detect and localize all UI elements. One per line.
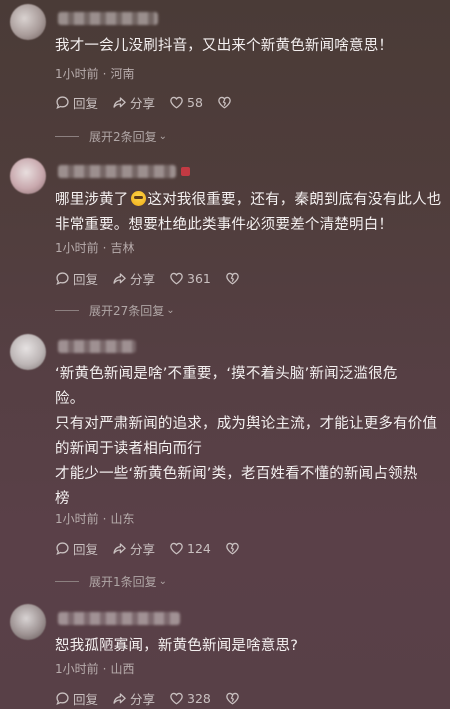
like-button[interactable]: 328: [169, 691, 211, 706]
heart-icon: [170, 692, 183, 705]
like-count: 328: [187, 690, 211, 706]
comment-text-segment: 这对我很重要，还有，秦朗到底有没有此人也: [147, 192, 442, 208]
expand-replies-label: 展开27条回复: [89, 304, 165, 318]
avatar[interactable]: [10, 158, 46, 194]
comment-location: 吉林: [110, 241, 135, 255]
divider: [55, 310, 79, 311]
comment-actions: 回复 分享 58: [55, 92, 246, 112]
chevron-down-icon: ⌄: [166, 305, 175, 316]
like-button[interactable]: 58: [169, 95, 203, 110]
dislike-button[interactable]: [217, 95, 232, 110]
username-blurred[interactable]: [58, 12, 158, 25]
comment-location: 山西: [110, 662, 135, 676]
chevron-down-icon: ⌄: [158, 576, 168, 587]
share-arrow-icon: [113, 542, 126, 554]
avatar[interactable]: [10, 334, 46, 370]
comment-meta: 1小时前 · 河南: [55, 67, 135, 81]
username-blurred[interactable]: [58, 165, 176, 178]
broken-heart-icon: [226, 542, 239, 555]
reply-bubble-icon: [56, 691, 69, 705]
comment-time: 1小时前: [55, 67, 99, 81]
reply-bubble-icon: [56, 541, 69, 555]
broken-heart-icon: [226, 692, 239, 705]
comment-actions: 回复 分享 361: [55, 268, 254, 288]
share-button[interactable]: 分享: [112, 269, 155, 288]
expand-replies-label: 展开2条回复: [89, 130, 157, 144]
like-button[interactable]: 361: [169, 271, 211, 286]
reply-label: 回复: [73, 271, 99, 287]
divider: [55, 581, 79, 582]
reply-button[interactable]: 回复: [55, 93, 98, 112]
comment-time: 1小时前: [55, 241, 99, 255]
dislike-button[interactable]: [225, 541, 240, 556]
divider: [55, 136, 79, 137]
comment-text: 哪里涉黄了 这对我很重要，还有，秦朗到底有没有此人也 非常重要。想要杜绝此类事件必…: [55, 191, 442, 233]
reply-button[interactable]: 回复: [55, 539, 98, 558]
reply-button[interactable]: 回复: [55, 689, 98, 708]
avatar[interactable]: [10, 604, 46, 640]
chevron-down-icon: ⌄: [158, 131, 168, 142]
dislike-button[interactable]: [225, 691, 240, 706]
heart-icon: [170, 96, 183, 109]
comment-text: 恕我孤陋寡闻，新黄色新闻是啥意思?: [55, 638, 299, 654]
comment-time: 1小时前: [55, 662, 99, 676]
comment-text: 我才一会儿没刷抖音，又出来个新黄色新闻啥意思！: [55, 38, 394, 54]
share-label: 分享: [130, 541, 156, 557]
expand-replies-label: 展开1条回复: [89, 575, 157, 589]
username-blurred[interactable]: [58, 612, 180, 625]
comment-location: 山东: [110, 512, 135, 526]
share-label: 分享: [130, 271, 156, 287]
share-arrow-icon: [113, 272, 126, 284]
reply-label: 回复: [73, 691, 99, 707]
like-button[interactable]: 124: [169, 541, 211, 556]
comment-location: 河南: [110, 67, 135, 81]
comment-actions: 回复 分享 124: [55, 538, 254, 558]
broken-heart-icon: [218, 96, 231, 109]
dislike-button[interactable]: [225, 271, 240, 286]
heart-icon: [170, 272, 183, 285]
reply-bubble-icon: [56, 95, 69, 109]
reply-label: 回复: [73, 95, 99, 111]
heart-icon: [170, 542, 183, 555]
comment-meta: 1小时前 · 山西: [55, 662, 135, 676]
username-blurred[interactable]: [58, 340, 136, 353]
share-label: 分享: [130, 691, 156, 707]
reply-bubble-icon: [56, 271, 69, 285]
share-button[interactable]: 分享: [112, 93, 155, 112]
user-badge: [181, 167, 190, 176]
comment-time: 1小时前: [55, 512, 99, 526]
comment-meta: 1小时前 · 山东: [55, 512, 135, 526]
share-arrow-icon: [113, 96, 126, 108]
avatar[interactable]: [10, 4, 46, 40]
share-button[interactable]: 分享: [112, 539, 155, 558]
expand-replies-button[interactable]: 展开1条回复 ⌄: [55, 573, 167, 590]
expand-replies-button[interactable]: 展开2条回复 ⌄: [55, 128, 167, 145]
expand-replies-button[interactable]: 展开27条回复 ⌄: [55, 302, 175, 319]
grimace-emoji-icon: [130, 191, 146, 206]
share-label: 分享: [130, 95, 156, 111]
broken-heart-icon: [226, 272, 239, 285]
share-button[interactable]: 分享: [112, 689, 155, 708]
comment-actions: 回复 分享 328: [55, 688, 254, 708]
comment-meta: 1小时前 · 吉林: [55, 241, 135, 255]
comment-text-segment: 哪里涉黄了: [55, 192, 129, 208]
share-arrow-icon: [113, 692, 126, 704]
reply-button[interactable]: 回复: [55, 269, 98, 288]
like-count: 124: [187, 540, 211, 556]
comment-text: ‘新黄色新闻是啥’不重要，‘摸不着头脑’新闻泛滥很危 险。 只有对严肃新闻的追求…: [55, 366, 438, 507]
like-count: 58: [187, 94, 203, 110]
like-count: 361: [187, 270, 211, 286]
reply-label: 回复: [73, 541, 99, 557]
